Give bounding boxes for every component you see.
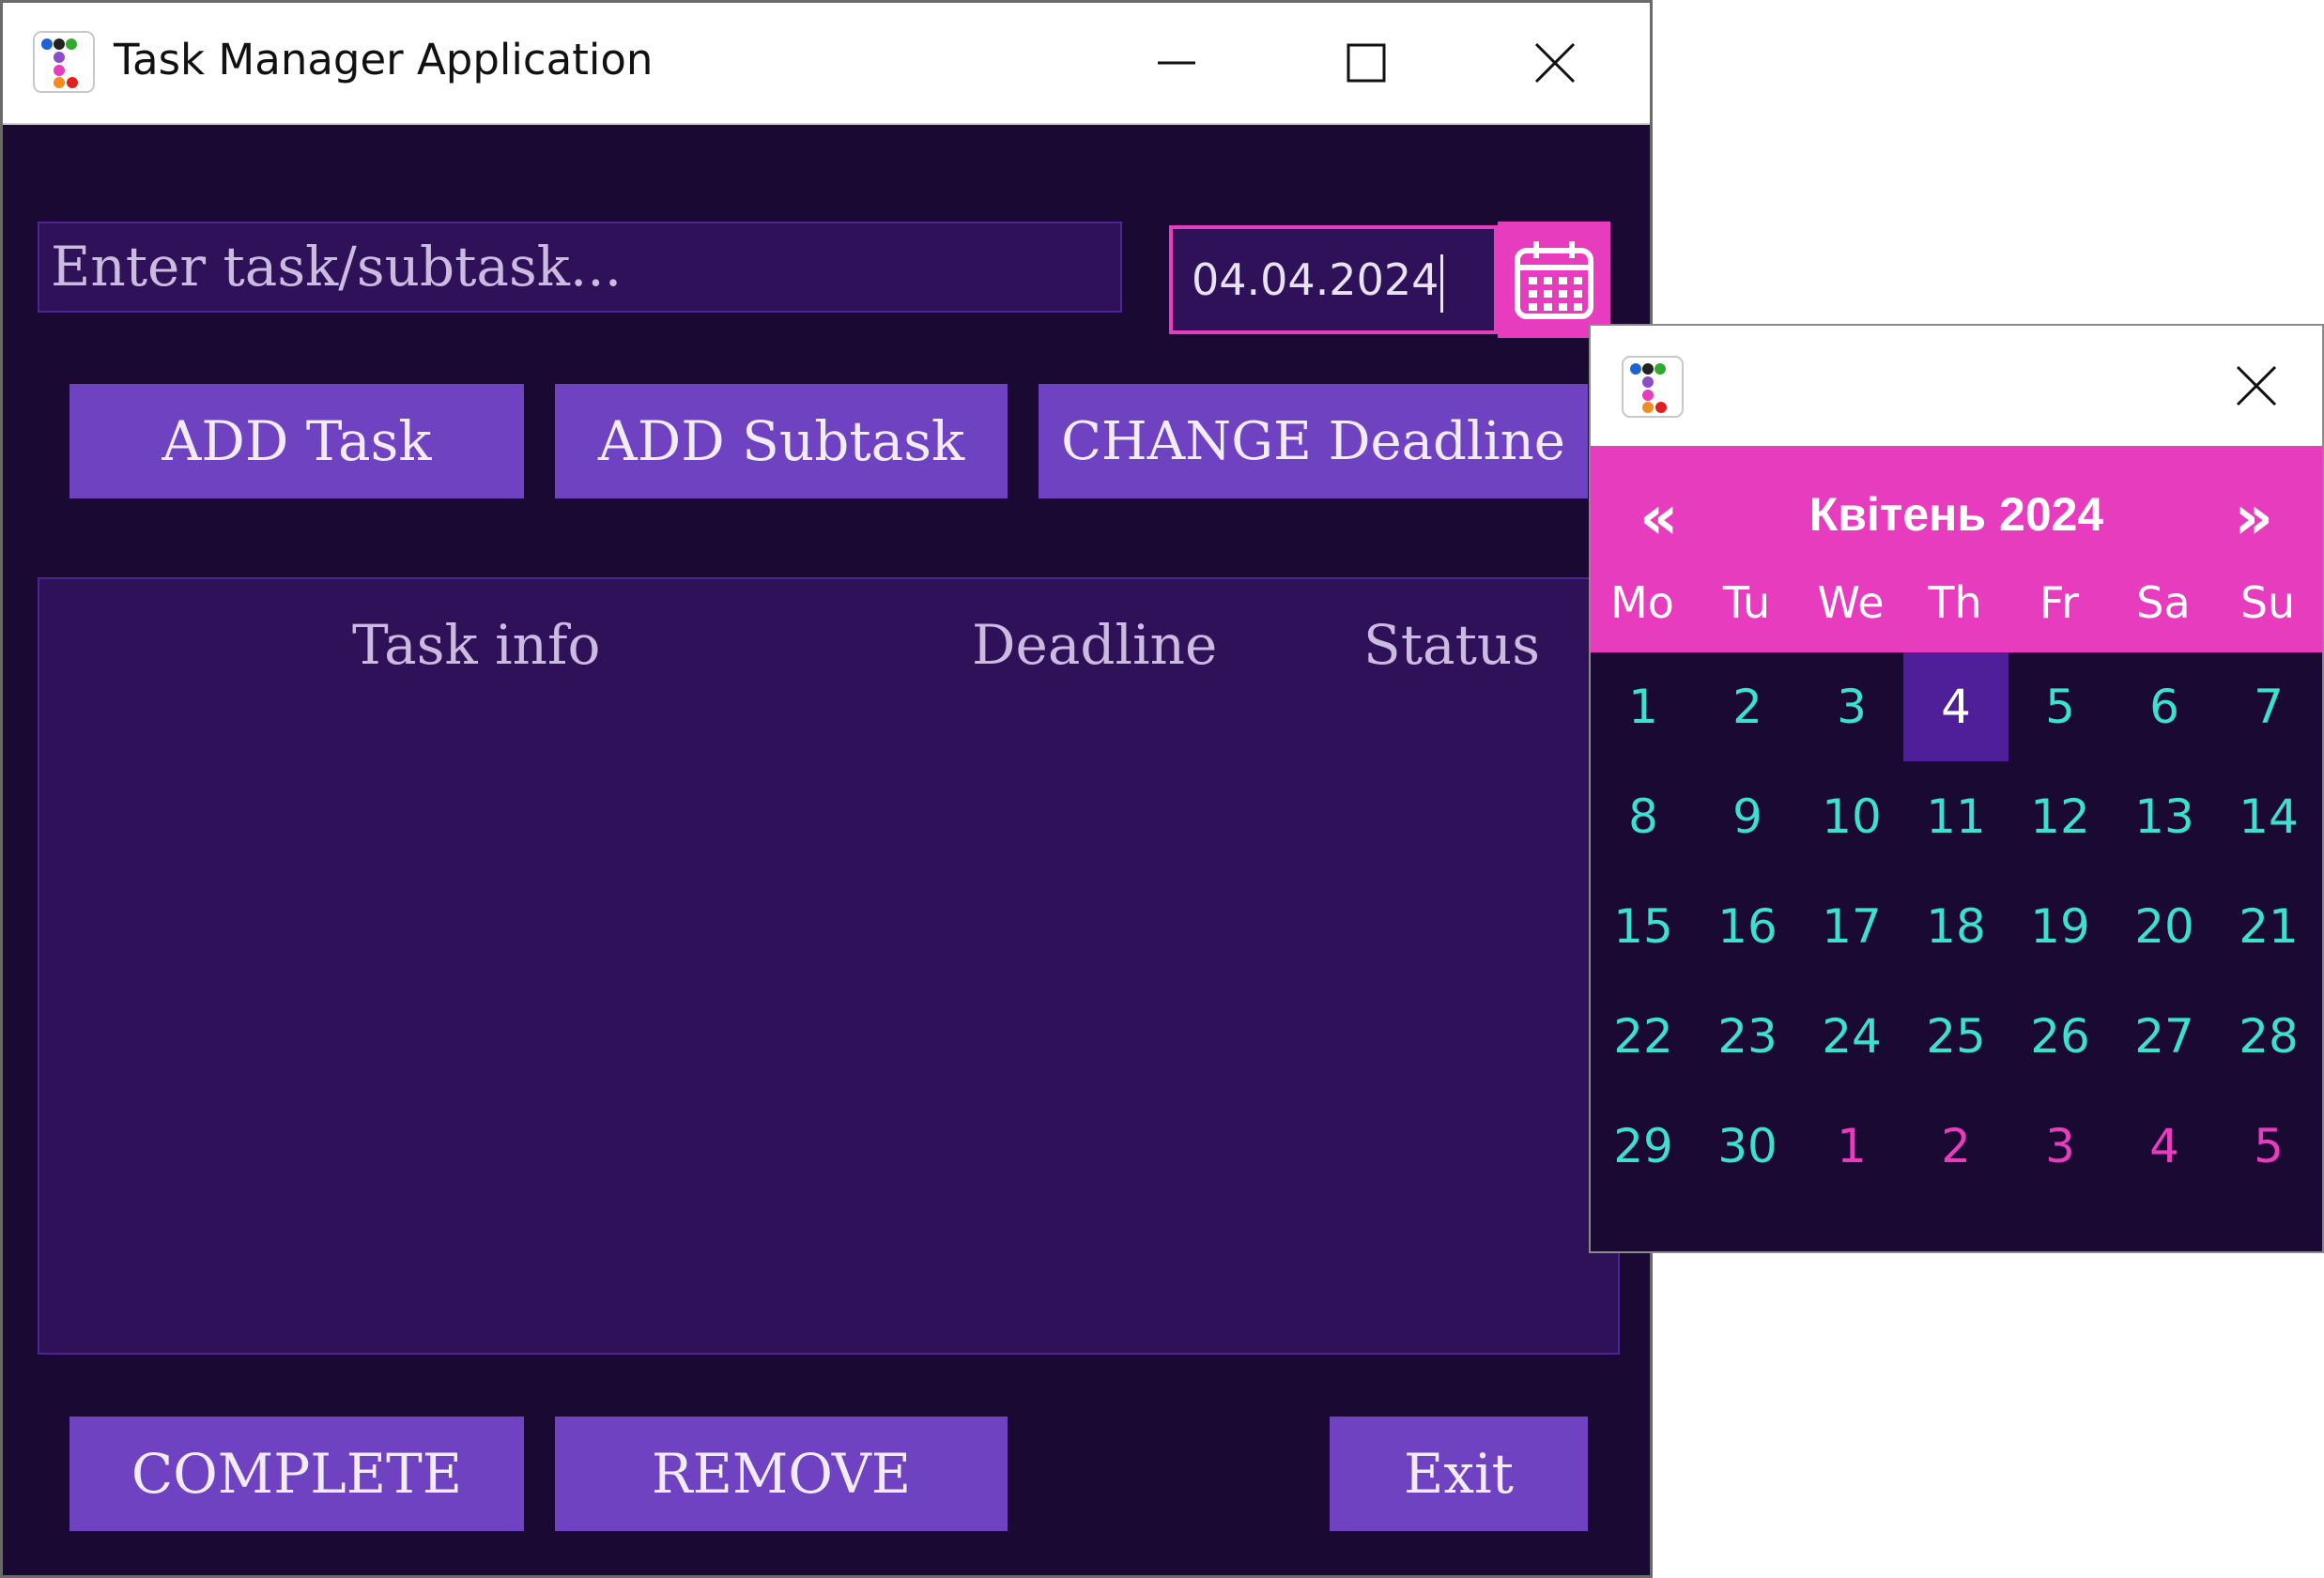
add-subtask-button[interactable]: ADD Subtask (555, 384, 1008, 498)
exit-button[interactable]: Exit (1330, 1417, 1588, 1531)
calendar-day[interactable]: 30 (1695, 1092, 1800, 1201)
column-header-deadline[interactable]: Deadline (972, 613, 1217, 677)
calendar-day[interactable]: 10 (1799, 762, 1904, 871)
calendar-day[interactable]: 1 (1591, 652, 1696, 761)
calendar-day-next-month[interactable]: 3 (2008, 1092, 2113, 1201)
calendar-day[interactable]: 29 (1591, 1092, 1696, 1201)
close-icon (2236, 365, 2277, 406)
main-window: Task Manager Application Enter task/subt… (0, 0, 1653, 1578)
calendar-day-next-month[interactable]: 5 (2216, 1092, 2321, 1201)
calendar-day[interactable]: 23 (1695, 982, 1800, 1091)
calendar-day[interactable]: 21 (2216, 872, 2321, 981)
minimize-button[interactable] (1130, 16, 1224, 110)
calendar-popup: « Квітень 2024 » Mo Tu We Th Fr Sa Su 12… (1589, 324, 2324, 1253)
minimize-icon (1158, 61, 1195, 65)
calendar-day[interactable]: 25 (1903, 982, 2008, 1091)
task-input[interactable]: Enter task/subtask... (38, 222, 1122, 313)
app-icon (1622, 356, 1684, 418)
calendar-day[interactable]: 4 (1903, 652, 2008, 761)
calendar-day[interactable]: 3 (1799, 652, 1904, 761)
calendar-day-next-month[interactable]: 4 (2112, 1092, 2217, 1201)
complete-button[interactable]: COMPLETE (69, 1417, 524, 1531)
calendar-day-next-month[interactable]: 1 (1799, 1092, 1904, 1201)
calendar-day[interactable]: 15 (1591, 872, 1696, 981)
column-header-task-info[interactable]: Task info (352, 613, 600, 677)
weekday-label: Tu (1722, 577, 1771, 628)
column-header-status[interactable]: Status (1363, 613, 1540, 677)
calendar-day[interactable]: 28 (2216, 982, 2321, 1091)
title-bar: Task Manager Application (3, 3, 1650, 125)
maximize-icon (1347, 43, 1386, 83)
calendar-day[interactable]: 27 (2112, 982, 2217, 1091)
calendar-day[interactable]: 12 (2008, 762, 2113, 871)
weekday-label: Mo (1610, 577, 1674, 628)
weekday-label: Fr (2039, 577, 2080, 628)
calendar-day[interactable]: 7 (2216, 652, 2321, 761)
text-caret (1440, 253, 1444, 313)
calendar-day[interactable]: 2 (1695, 652, 1800, 761)
window-title: Task Manager Application (114, 35, 654, 84)
weekday-label: We (1817, 577, 1885, 628)
calendar-day-next-month[interactable]: 2 (1903, 1092, 2008, 1201)
calendar-day[interactable]: 24 (1799, 982, 1904, 1091)
calendar-day[interactable]: 6 (2112, 652, 2217, 761)
calendar-day[interactable]: 22 (1591, 982, 1696, 1091)
deadline-date-input[interactable]: 04.04.2024 (1169, 225, 1498, 334)
weekday-label: Sa (2136, 577, 2191, 628)
weekday-label: Th (1928, 577, 1982, 628)
calendar-day[interactable]: 13 (2112, 762, 2217, 871)
calendar-day[interactable]: 17 (1799, 872, 1904, 981)
weekday-header-row: Mo Tu We Th Fr Sa Su (1591, 577, 2322, 643)
calendar-day[interactable]: 14 (2216, 762, 2321, 871)
calendar-day[interactable]: 20 (2112, 872, 2217, 981)
close-icon (1534, 42, 1576, 84)
calendar-day[interactable]: 19 (2008, 872, 2113, 981)
popup-close-button[interactable] (2209, 339, 2303, 433)
weekday-label: Su (2239, 577, 2296, 628)
calendar-day[interactable]: 16 (1695, 872, 1800, 981)
calendar-day[interactable]: 26 (2008, 982, 2113, 1091)
calendar-day[interactable]: 9 (1695, 762, 1800, 871)
next-month-button[interactable]: » (2235, 483, 2273, 553)
remove-button[interactable]: REMOVE (555, 1417, 1008, 1531)
popup-title-bar (1591, 326, 2322, 446)
calendar-header: « Квітень 2024 » Mo Tu We Th Fr Sa Su (1591, 446, 2322, 652)
calendar-day[interactable]: 11 (1903, 762, 2008, 871)
date-value: 04.04.2024 (1192, 254, 1439, 305)
close-button[interactable] (1508, 16, 1602, 110)
add-task-button[interactable]: ADD Task (69, 384, 524, 498)
calendar-day[interactable]: 18 (1903, 872, 2008, 981)
calendar-day[interactable]: 8 (1591, 762, 1696, 871)
month-year-label[interactable]: Квітень 2024 (1591, 487, 2322, 542)
calendar-day[interactable]: 5 (2008, 652, 2113, 761)
calendar-icon (1515, 241, 1593, 319)
maximize-button[interactable] (1319, 16, 1413, 110)
task-table[interactable]: Task info Deadline Status (38, 577, 1620, 1355)
change-deadline-button[interactable]: CHANGE Deadline (1039, 384, 1588, 498)
calendar-button[interactable] (1498, 222, 1610, 338)
app-icon (33, 31, 95, 93)
